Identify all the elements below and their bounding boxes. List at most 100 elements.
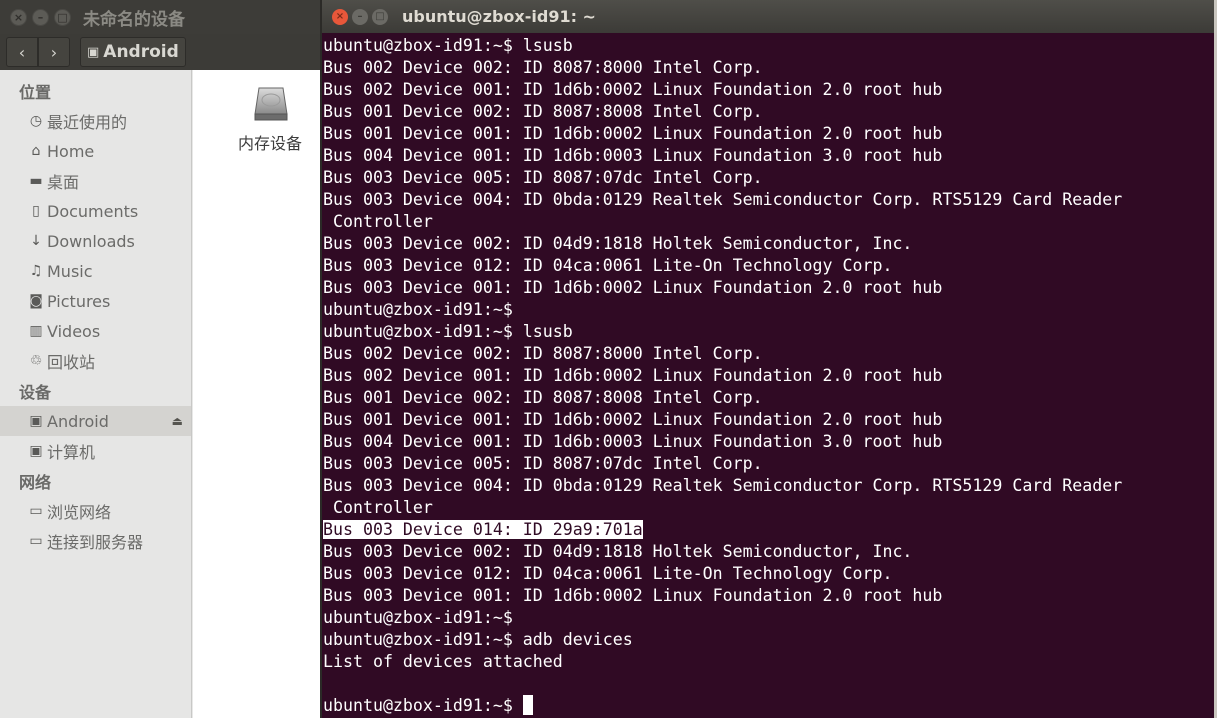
terminal-window: × – □ ubuntu@zbox-id91: ~ ubuntu@zbox-id… — [320, 0, 1214, 718]
terminal-line: Bus 003 Device 012: ID 04ca:0061 Lite-On… — [323, 564, 893, 583]
sidebar-item[interactable]: ♫ Music — [0, 256, 191, 286]
folder-icon: ▬ — [29, 173, 43, 189]
close-button[interactable]: × — [332, 8, 348, 25]
terminal-output[interactable]: ubuntu@zbox-id91:~$ lsusb Bus 002 Device … — [322, 33, 1214, 717]
sidebar-item[interactable]: ▯ Documents — [0, 196, 191, 226]
terminal-line: ubuntu@zbox-id91:~$ lsusb — [323, 322, 573, 341]
forward-button[interactable]: › — [38, 37, 70, 67]
toolbar: ‹ › ▣ Android — [0, 34, 330, 70]
sidebar-item-label: Downloads — [47, 231, 135, 251]
sidebar-item[interactable]: ▭ 连接到服务器 — [0, 526, 191, 556]
terminal-titlebar: × – □ ubuntu@zbox-id91: ~ — [322, 0, 1214, 33]
sidebar: 位置 ◷ 最近使用的 ⌂ Home ▬ 桌面 ▯ Documents ↓ Downloads ♫ Mus… — [0, 70, 192, 718]
terminal-line: Bus 003 Device 005: ID 8087:07dc Intel C… — [323, 454, 763, 473]
terminal-line: Bus 002 Device 002: ID 8087:8000 Intel C… — [323, 344, 763, 363]
terminal-line: Controller — [323, 212, 433, 231]
terminal-line: Bus 003 Device 002: ID 04d9:1818 Holtek … — [323, 234, 913, 253]
minimize-button[interactable]: – — [352, 8, 368, 25]
document-icon: ▯ — [32, 203, 40, 219]
sidebar-section-title: 设备 — [19, 383, 52, 402]
terminal-prompt-line[interactable]: ubuntu@zbox-id91:~$ — [323, 695, 1214, 717]
terminal-line: Bus 002 Device 002: ID 8087:8000 Intel C… — [323, 58, 763, 77]
sidebar-item[interactable]: ▣ Android ⏏ — [0, 406, 191, 436]
terminal-line: Bus 002 Device 001: ID 1d6b:0002 Linux F… — [323, 366, 943, 385]
terminal-line: Bus 003 Device 002: ID 04d9:1818 Holtek … — [323, 542, 913, 561]
terminal-line: Bus 003 Device 012: ID 04ca:0061 Lite-On… — [323, 256, 893, 275]
close-button[interactable]: × — [10, 8, 27, 26]
terminal-line: Bus 003 Device 001: ID 1d6b:0002 Linux F… — [323, 586, 943, 605]
terminal-line: Bus 003 Device 004: ID 0bda:0129 Realtek… — [323, 190, 1123, 209]
sidebar-item[interactable]: ◷ 最近使用的 — [0, 106, 191, 136]
sidebar-item-label: Home — [47, 141, 95, 161]
sidebar-item-label: 桌面 — [47, 173, 80, 192]
terminal-line: Bus 004 Device 001: ID 1d6b:0003 Linux F… — [323, 432, 943, 451]
terminal-line: Bus 003 Device 001: ID 1d6b:0002 Linux F… — [323, 278, 943, 297]
sidebar-item[interactable]: ▥ Videos — [0, 316, 191, 346]
terminal-line: Bus 001 Device 002: ID 8087:8008 Intel C… — [323, 388, 763, 407]
file-view: 内存设备 — [193, 70, 330, 718]
drive-icon: ▣ — [29, 413, 43, 429]
sidebar-item[interactable]: ↓ Downloads — [0, 226, 191, 256]
file-manager-window: × – □ 未命名的设备 ‹ › ▣ Android 位置 ◷ 最近使用的 ⌂ Home… — [0, 0, 330, 718]
terminal-line: Bus 001 Device 001: ID 1d6b:0002 Linux F… — [323, 410, 943, 429]
sidebar-item[interactable]: ▣ 计算机 — [0, 436, 191, 466]
film-icon: ▥ — [29, 323, 43, 339]
sidebar-item-label: 计算机 — [47, 443, 96, 462]
window-title: ubuntu@zbox-id91: ~ — [402, 7, 596, 26]
sidebar-item-label: 连接到服务器 — [47, 533, 144, 552]
path-bar-android[interactable]: ▣ Android — [80, 37, 186, 67]
sidebar-item[interactable]: ▭ 浏览网络 — [0, 496, 191, 526]
sidebar-item-label: 回收站 — [47, 353, 96, 372]
terminal-line: Bus 003 Device 004: ID 0bda:0129 Realtek… — [323, 476, 1123, 495]
sidebar-item[interactable]: ♲ 回收站 — [0, 346, 191, 376]
terminal-line: ubuntu@zbox-id91:~$ adb devices — [323, 630, 633, 649]
music-icon: ♫ — [29, 263, 43, 279]
sidebar-section-title: 位置 — [19, 83, 52, 102]
sidebar-item-label: Pictures — [47, 291, 111, 311]
sidebar-item-label: 浏览网络 — [47, 503, 112, 522]
terminal-line: ubuntu@zbox-id91:~$ — [323, 300, 513, 319]
terminal-line: Bus 003 Device 014: ID 29a9:701a — [323, 519, 1214, 541]
selected-text: Bus 003 Device 014: ID 29a9:701a — [323, 520, 643, 539]
sidebar-section-title: 网络 — [19, 473, 52, 492]
computer-icon: ▣ — [29, 443, 43, 459]
window-title: 未命名的设备 — [83, 9, 185, 30]
camera-icon: ◙ — [29, 293, 43, 309]
chevron-right-icon: › — [50, 42, 58, 62]
path-label: Android — [103, 42, 179, 62]
sidebar-item-label: Documents — [47, 201, 139, 221]
network-icon: ▭ — [29, 503, 43, 519]
drive-icon: ▣ — [87, 44, 100, 60]
back-button[interactable]: ‹ — [6, 37, 38, 67]
sidebar-item-label: Videos — [47, 321, 101, 341]
maximize-button[interactable]: □ — [54, 8, 71, 26]
eject-icon[interactable]: ⏏ — [172, 414, 183, 428]
text-cursor — [522, 695, 533, 715]
sidebar-item-label: Android — [47, 411, 109, 431]
clock-icon: ◷ — [29, 113, 43, 129]
minimize-button[interactable]: – — [32, 8, 49, 26]
terminal-line: ubuntu@zbox-id91:~$ — [323, 608, 513, 627]
home-icon: ⌂ — [31, 143, 41, 159]
harddisk-icon[interactable] — [241, 84, 301, 128]
terminal-line: Bus 001 Device 002: ID 8087:8008 Intel C… — [323, 102, 763, 121]
terminal-line: Controller — [323, 498, 433, 517]
terminal-line: Bus 001 Device 001: ID 1d6b:0002 Linux F… — [323, 124, 943, 143]
sidebar-item-label: 最近使用的 — [47, 113, 128, 132]
terminal-line: Bus 002 Device 001: ID 1d6b:0002 Linux F… — [323, 80, 943, 99]
chevron-left-icon: ‹ — [18, 42, 26, 62]
terminal-line: Bus 004 Device 001: ID 1d6b:0003 Linux F… — [323, 146, 943, 165]
terminal-line: Bus 003 Device 005: ID 8087:07dc Intel C… — [323, 168, 763, 187]
file-item-label[interactable]: 内存设备 — [238, 130, 302, 154]
trash-icon: ♲ — [29, 353, 43, 369]
sidebar-item-label: Music — [47, 261, 93, 281]
terminal-line: List of devices attached — [323, 652, 563, 671]
maximize-button[interactable]: □ — [372, 8, 388, 25]
server-icon: ▭ — [29, 533, 43, 549]
sidebar-item[interactable]: ▬ 桌面 — [0, 166, 191, 196]
download-icon: ↓ — [30, 233, 42, 249]
sidebar-item[interactable]: ◙ Pictures — [0, 286, 191, 316]
sidebar-item[interactable]: ⌂ Home — [0, 136, 191, 166]
terminal-line: ubuntu@zbox-id91:~$ lsusb — [323, 36, 573, 55]
